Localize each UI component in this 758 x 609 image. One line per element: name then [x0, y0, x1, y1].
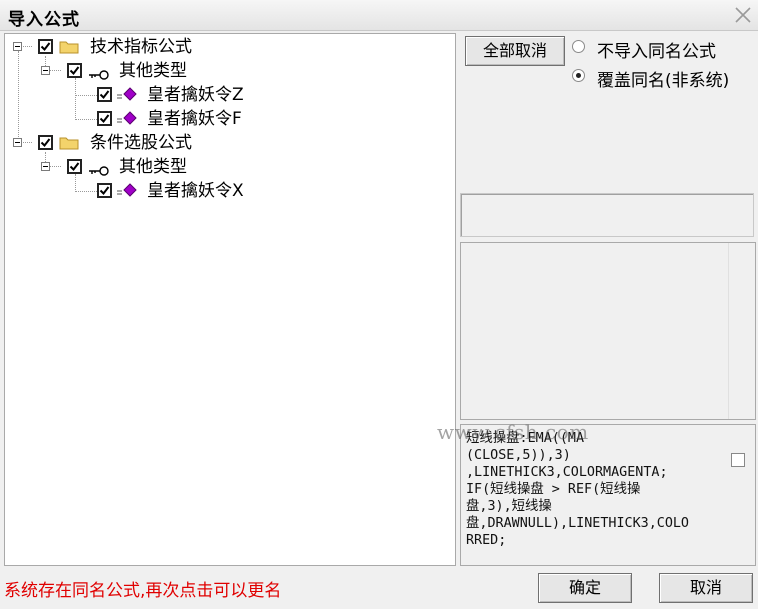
tree-node-label: 技术指标公式: [90, 37, 192, 57]
tree-node-category[interactable]: 其他类型: [5, 60, 305, 82]
collapse-icon[interactable]: [41, 66, 50, 75]
tree-node-category[interactable]: 其他类型: [5, 156, 305, 178]
tree-checkbox[interactable]: [67, 63, 82, 78]
tree-node-label: 皇者擒妖令F: [147, 109, 242, 129]
tree-checkbox[interactable]: [97, 111, 112, 126]
formula-code: 短线操盘:EMA((MA (CLOSE,5)),3) ,LINETHICK3,C…: [466, 431, 689, 548]
radio-button-selected[interactable]: [572, 69, 585, 82]
tree-checkbox[interactable]: [97, 87, 112, 102]
key-icon: [88, 66, 110, 80]
formula-gem-icon: [116, 110, 138, 126]
description-field[interactable]: [460, 193, 754, 237]
folder-icon: [59, 135, 79, 150]
tree-checkbox[interactable]: [67, 159, 82, 174]
formula-code-box[interactable]: 短线操盘:EMA((MA (CLOSE,5)),3) ,LINETHICK3,C…: [460, 424, 756, 566]
title-bar: 导入公式: [0, 0, 758, 31]
status-message: 系统存在同名公式,再次点击可以更名: [4, 581, 282, 601]
collapse-icon[interactable]: [41, 162, 50, 171]
option-label: 不导入同名公式: [597, 42, 716, 62]
tree-checkbox[interactable]: [38, 135, 53, 150]
tree-node-label: 其他类型: [119, 157, 187, 177]
option-label: 覆盖同名(非系统): [597, 71, 730, 91]
watermark: www.cfsh.com: [437, 420, 589, 444]
tree-checkbox[interactable]: [38, 39, 53, 54]
ok-button[interactable]: 确定: [538, 573, 632, 603]
option-skip-duplicates[interactable]: 不导入同名公式: [572, 37, 752, 62]
code-checkbox[interactable]: [731, 453, 745, 467]
tree-node-label: 皇者擒妖令X: [147, 181, 244, 201]
window-title: 导入公式: [8, 10, 80, 30]
tree-node-formula[interactable]: 皇者擒妖令F: [5, 108, 305, 130]
formula-gem-icon: [116, 86, 138, 102]
radio-button[interactable]: [572, 40, 585, 53]
tree-node-formula[interactable]: 皇者擒妖令X: [5, 180, 305, 202]
tree-node-label: 其他类型: [119, 61, 187, 81]
formula-gem-icon: [116, 182, 138, 198]
tree-node-label: 皇者擒妖令Z: [147, 85, 244, 105]
collapse-icon[interactable]: [13, 42, 22, 51]
tree-node-label: 条件选股公式: [90, 133, 192, 153]
tree-checkbox[interactable]: [97, 183, 112, 198]
key-icon: [88, 162, 110, 176]
close-icon[interactable]: [732, 4, 754, 26]
folder-icon: [59, 39, 79, 54]
tree-node-folder[interactable]: 技术指标公式: [5, 36, 305, 58]
cancel-button[interactable]: 取消: [659, 573, 753, 603]
formula-tree[interactable]: 技术指标公式 其他类型 皇者擒妖令Z 皇者擒妖令F 条件选股公式 其他类型 皇者…: [4, 33, 456, 566]
tree-node-formula[interactable]: 皇者擒妖令Z: [5, 84, 305, 106]
preview-scrollbar[interactable]: [728, 243, 755, 419]
deselect-all-button[interactable]: 全部取消: [465, 36, 565, 66]
collapse-icon[interactable]: [13, 138, 22, 147]
tree-node-folder[interactable]: 条件选股公式: [5, 132, 305, 154]
option-overwrite-duplicates[interactable]: 覆盖同名(非系统): [572, 66, 752, 91]
preview-area: [460, 242, 756, 420]
